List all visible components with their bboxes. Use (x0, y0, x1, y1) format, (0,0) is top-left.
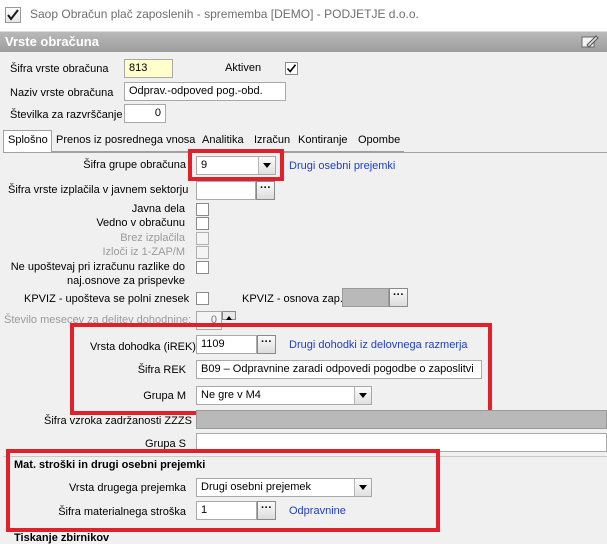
sifra-grupe-obracuna-desc: Drugi osebni prejemki (289, 160, 396, 172)
payroll-check-icon (5, 7, 21, 23)
tab-bar: Splošno Prenos iz posrednega vnosa Anali… (3, 130, 607, 153)
stevilka-razvrscanje-label: Številka za razvrščanje (10, 109, 123, 121)
spinner-up-icon[interactable] (222, 311, 236, 320)
section-header-title: Vrste obračuna (5, 34, 99, 49)
highlight-box-grupa (188, 149, 284, 181)
vedno-v-obracunu-checkbox[interactable] (196, 217, 209, 230)
kpviz-polni-znesek-label: KPVIZ - upošteva se polni znesek (24, 293, 190, 305)
highlight-box-irek (70, 323, 492, 415)
ne-upostevaj-label-1: Ne upoštevaj pri izračunu razlike do (10, 261, 185, 273)
brez-izplacila-checkbox[interactable] (196, 232, 209, 245)
aktiven-label: Aktiven (225, 62, 262, 74)
javna-dela-label: Javna dela (131, 203, 185, 215)
brez-izplacila-label: Brez izplačila (120, 232, 185, 244)
izloci-1zap-checkbox[interactable] (196, 246, 209, 259)
sifra-vrste-izplacila-label: Šifra vrste izplačila v javnem sektorju (8, 184, 189, 196)
izloci-1zap-label: Izloči iz 1-ZAP/M (102, 246, 185, 258)
ne-upostevaj-checkbox[interactable] (196, 261, 209, 274)
edit-pencil-icon[interactable] (581, 35, 599, 49)
kpviz-osnova-label: KPVIZ - osnova zap. (242, 293, 343, 305)
sifra-vrste-izplacila-input[interactable] (196, 181, 256, 200)
tab-kontiranje[interactable]: Kontiranje (294, 131, 354, 152)
sifra-vzroka-zzzs-input[interactable] (196, 410, 607, 429)
vedno-v-obracunu-label: Vedno v obračunu (96, 217, 185, 229)
tiskanje-zbirnikov-section-title: Tiskanje zbirnikov (14, 532, 110, 544)
sifra-vrste-obracuna-input[interactable]: 813 (124, 59, 173, 78)
naziv-vrste-obracuna-label: Naziv vrste obračuna (10, 87, 114, 99)
javna-dela-checkbox[interactable] (196, 203, 209, 216)
kpviz-osnova-input[interactable] (342, 288, 389, 307)
ellipsis-button-kpviz[interactable]: ··· (389, 288, 408, 307)
ne-upostevaj-label-2: naj.osnove za prispevke (66, 275, 185, 287)
tab-prenos[interactable]: Prenos iz posrednega vnosa (52, 131, 198, 152)
section-header: Vrste obračuna (0, 32, 607, 52)
stevilka-razvrscanje-input[interactable]: 0 (124, 104, 166, 123)
window-title: Saop Obračun plač zaposlenih - sprememba… (30, 7, 419, 21)
tab-splosno[interactable]: Splošno (3, 130, 52, 153)
highlight-box-mat-stroski (6, 449, 440, 532)
kpviz-polni-znesek-checkbox[interactable] (196, 292, 209, 305)
aktiven-checkbox[interactable] (285, 62, 298, 75)
sifra-vzroka-zzzs-label: Šifra vzroka zadržanosti ZZZS (44, 415, 192, 427)
tab-opombe[interactable]: Opombe (354, 131, 404, 152)
sifra-vrste-obracuna-label: Šifra vrste obračuna (10, 63, 109, 75)
naziv-vrste-obracuna-input[interactable]: Odprav.-odpoved pog.-obd. (124, 82, 286, 101)
ellipsis-button-izplacila[interactable]: ··· (256, 181, 275, 200)
sifra-grupe-obracuna-label: Šifra grupe obračuna (83, 159, 186, 171)
